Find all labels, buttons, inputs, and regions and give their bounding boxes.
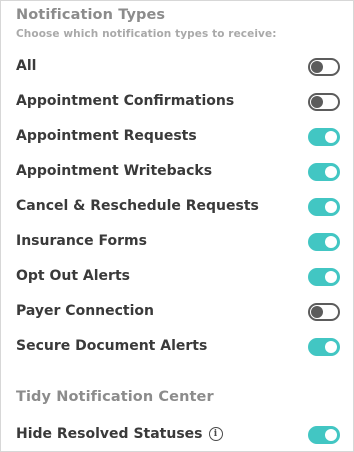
notification-label: Appointment Writebacks bbox=[16, 163, 213, 179]
hide-resolved-label: Hide Resolved Statuses bbox=[16, 426, 203, 442]
notification-label: Appointment Requests bbox=[16, 128, 197, 144]
notification-label: All bbox=[16, 58, 37, 74]
toggle-appointment-confirmations[interactable] bbox=[308, 93, 340, 111]
toggle-knob bbox=[325, 271, 337, 283]
toggle-knob bbox=[325, 131, 337, 143]
toggle-appointment-requests[interactable] bbox=[308, 128, 340, 146]
notification-label: Payer Connection bbox=[16, 303, 154, 319]
info-circle-icon[interactable]: i bbox=[208, 427, 223, 441]
toggle-knob bbox=[311, 306, 323, 318]
notification-row-payer-connection: Payer Connection bbox=[1, 297, 353, 327]
section-subtitle: Choose which notification types to recei… bbox=[16, 28, 277, 40]
toggle-knob bbox=[325, 166, 337, 178]
toggle-knob bbox=[311, 96, 323, 108]
toggle-payer-connection[interactable] bbox=[308, 303, 340, 321]
toggle-opt-out-alerts[interactable] bbox=[308, 268, 340, 286]
notification-row-appointment-writebacks: Appointment Writebacks bbox=[1, 157, 353, 187]
toggle-all[interactable] bbox=[308, 58, 340, 76]
notification-row-all: All bbox=[1, 52, 353, 82]
toggle-knob bbox=[325, 201, 337, 213]
notification-label: Opt Out Alerts bbox=[16, 268, 130, 284]
notification-label: Insurance Forms bbox=[16, 233, 147, 249]
toggle-appointment-writebacks[interactable] bbox=[308, 163, 340, 181]
section-title-notification-types: Notification Types bbox=[16, 7, 166, 23]
tidy-row-hide-resolved: Hide Resolved Statuses i bbox=[1, 420, 353, 450]
notification-row-insurance-forms: Insurance Forms bbox=[1, 227, 353, 257]
notification-label: Appointment Confirmations bbox=[16, 93, 235, 109]
section-title-tidy-notification-center: Tidy Notification Center bbox=[16, 389, 214, 405]
notification-label: Secure Document Alerts bbox=[16, 338, 208, 354]
toggle-insurance-forms[interactable] bbox=[308, 233, 340, 251]
toggle-knob bbox=[325, 236, 337, 248]
hide-resolved-label-wrap: Hide Resolved Statuses i bbox=[16, 426, 223, 442]
toggle-hide-resolved-statuses[interactable] bbox=[308, 426, 340, 444]
toggle-knob bbox=[325, 341, 337, 353]
notification-row-secure-document-alerts: Secure Document Alerts bbox=[1, 332, 353, 362]
toggle-knob bbox=[325, 429, 337, 441]
notification-settings-panel: Notification Types Choose which notifica… bbox=[0, 0, 354, 452]
toggle-knob bbox=[311, 61, 323, 73]
notification-row-appointment-confirmations: Appointment Confirmations bbox=[1, 87, 353, 117]
notification-label: Cancel & Reschedule Requests bbox=[16, 198, 259, 214]
notification-row-cancel-reschedule: Cancel & Reschedule Requests bbox=[1, 192, 353, 222]
toggle-secure-document-alerts[interactable] bbox=[308, 338, 340, 356]
notification-row-appointment-requests: Appointment Requests bbox=[1, 122, 353, 152]
notification-row-opt-out-alerts: Opt Out Alerts bbox=[1, 262, 353, 292]
toggle-cancel-reschedule-requests[interactable] bbox=[308, 198, 340, 216]
